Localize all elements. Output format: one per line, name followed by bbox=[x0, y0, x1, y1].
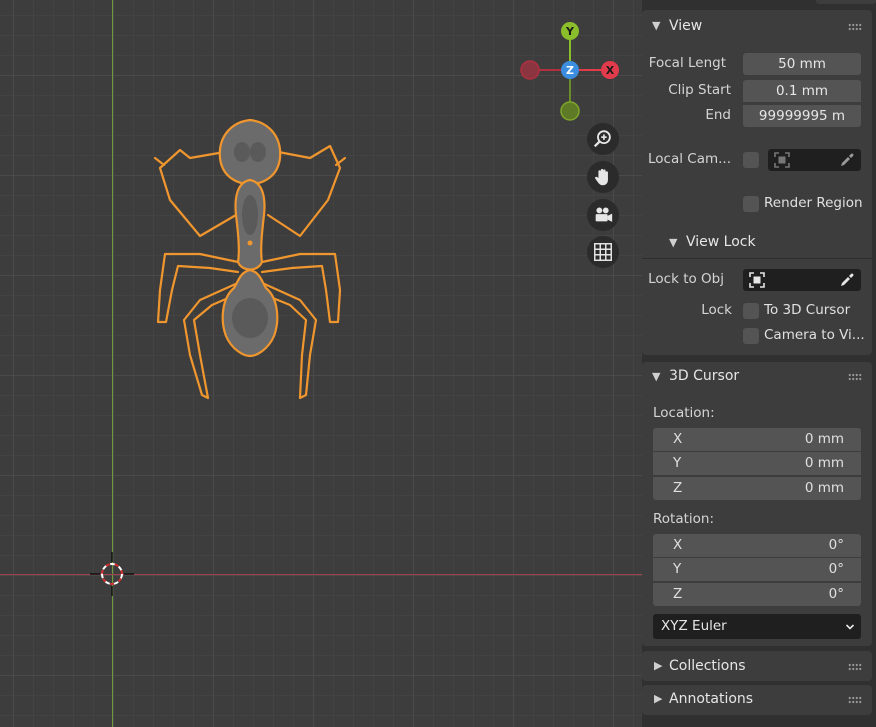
zoom-button[interactable] bbox=[587, 123, 619, 155]
drag-grip-icon[interactable] bbox=[848, 663, 862, 671]
axis-value: 0 mm bbox=[804, 480, 844, 496]
local-camera-label: Local Cam... bbox=[647, 151, 731, 167]
lock-to-object-label: Lock to Obj bbox=[648, 271, 724, 287]
sidebar-tab-stub[interactable] bbox=[816, 0, 876, 4]
chevron-down-icon[interactable]: ▼ bbox=[669, 236, 677, 249]
camera-icon bbox=[595, 207, 613, 222]
camera-view-button[interactable] bbox=[587, 199, 619, 231]
eyedropper-icon[interactable] bbox=[839, 152, 855, 168]
object-select-icon bbox=[749, 272, 765, 288]
lock-to-3d-cursor-checkbox[interactable] bbox=[743, 303, 759, 319]
render-region-label[interactable]: Render Region bbox=[764, 195, 863, 211]
chevron-right-icon[interactable]: ▶ bbox=[654, 692, 662, 705]
rotation-z-field[interactable]: Z 0° bbox=[653, 583, 861, 606]
object-origin bbox=[247, 240, 253, 246]
axis-label: Y bbox=[673, 455, 682, 471]
lock-to-3d-cursor-label[interactable]: To 3D Cursor bbox=[764, 302, 850, 318]
camera-to-view-checkbox[interactable] bbox=[743, 328, 759, 344]
collections-title[interactable]: Collections bbox=[669, 658, 746, 674]
ortho-grid-icon bbox=[594, 243, 612, 261]
clip-end-field[interactable]: 99999995 m bbox=[743, 105, 861, 127]
axis-label: Z bbox=[673, 480, 683, 496]
focal-length-label: Focal Lengt bbox=[648, 55, 726, 71]
clip-end-label: End bbox=[705, 107, 731, 123]
lock-to-object-picker[interactable] bbox=[743, 269, 861, 291]
render-region-checkbox[interactable] bbox=[743, 196, 759, 212]
local-camera-picker[interactable] bbox=[768, 149, 861, 171]
clip-start-field[interactable]: 0.1 mm bbox=[743, 80, 861, 102]
gizmo-neg-y[interactable] bbox=[560, 101, 580, 121]
drag-grip-icon[interactable] bbox=[848, 23, 862, 31]
axis-value: 0° bbox=[828, 586, 844, 602]
gizmo-y-label: Y bbox=[565, 25, 575, 38]
gizmo-neg-x[interactable] bbox=[520, 60, 540, 80]
camera-to-view-label[interactable]: Camera to Vi... bbox=[764, 327, 865, 343]
chevron-down-icon[interactable]: ▼ bbox=[652, 19, 660, 32]
local-camera-checkbox[interactable] bbox=[743, 152, 759, 168]
3d-cursor-icon[interactable] bbox=[90, 552, 134, 596]
zoom-icon bbox=[593, 130, 611, 148]
drag-grip-icon[interactable] bbox=[848, 696, 862, 704]
axis-label: X bbox=[673, 537, 683, 553]
ortho-toggle-button[interactable] bbox=[587, 236, 619, 268]
view-panel-title[interactable]: View bbox=[669, 18, 702, 34]
chevron-right-icon[interactable]: ▶ bbox=[654, 659, 662, 672]
axis-value: 0° bbox=[828, 537, 844, 553]
view-lock-title[interactable]: View Lock bbox=[686, 234, 756, 250]
axis-value: 0 mm bbox=[804, 431, 844, 447]
clip-start-label: Clip Start bbox=[668, 82, 731, 98]
drag-grip-icon[interactable] bbox=[848, 373, 862, 381]
location-label: Location: bbox=[653, 405, 715, 421]
axis-label: X bbox=[673, 431, 683, 447]
gizmo-z-label: Z bbox=[566, 64, 574, 77]
axis-value: 0° bbox=[828, 561, 844, 577]
pan-hand-icon bbox=[595, 168, 608, 186]
axis-label: Z bbox=[673, 586, 683, 602]
gizmo-x-label: X bbox=[606, 64, 615, 77]
rotation-y-field[interactable]: Y 0° bbox=[653, 558, 861, 581]
axis-label: Y bbox=[673, 561, 682, 577]
location-y-field[interactable]: Y 0 mm bbox=[653, 452, 861, 475]
location-x-field[interactable]: X 0 mm bbox=[653, 428, 861, 451]
chevron-down-icon[interactable]: ▼ bbox=[652, 370, 660, 383]
rotation-label: Rotation: bbox=[653, 511, 715, 527]
rotation-mode-dropdown[interactable]: XYZ Euler bbox=[653, 614, 861, 639]
annotations-title[interactable]: Annotations bbox=[669, 691, 753, 707]
3d-viewport[interactable]: Y X Z bbox=[0, 0, 642, 727]
axis-value: 0 mm bbox=[804, 455, 844, 471]
focal-length-field[interactable]: 50 mm bbox=[743, 53, 861, 75]
pan-button[interactable] bbox=[587, 161, 619, 193]
divider bbox=[642, 258, 872, 259]
rotation-mode-value: XYZ Euler bbox=[661, 618, 727, 634]
location-z-field[interactable]: Z 0 mm bbox=[653, 477, 861, 500]
navigation-gizmo[interactable]: Y X Z bbox=[520, 20, 630, 130]
chevron-down-icon bbox=[845, 624, 855, 630]
object-select-icon bbox=[774, 152, 790, 168]
lock-label: Lock bbox=[701, 302, 732, 318]
3d-cursor-title[interactable]: 3D Cursor bbox=[669, 368, 739, 384]
rotation-x-field[interactable]: X 0° bbox=[653, 534, 861, 557]
eyedropper-icon[interactable] bbox=[839, 272, 855, 288]
